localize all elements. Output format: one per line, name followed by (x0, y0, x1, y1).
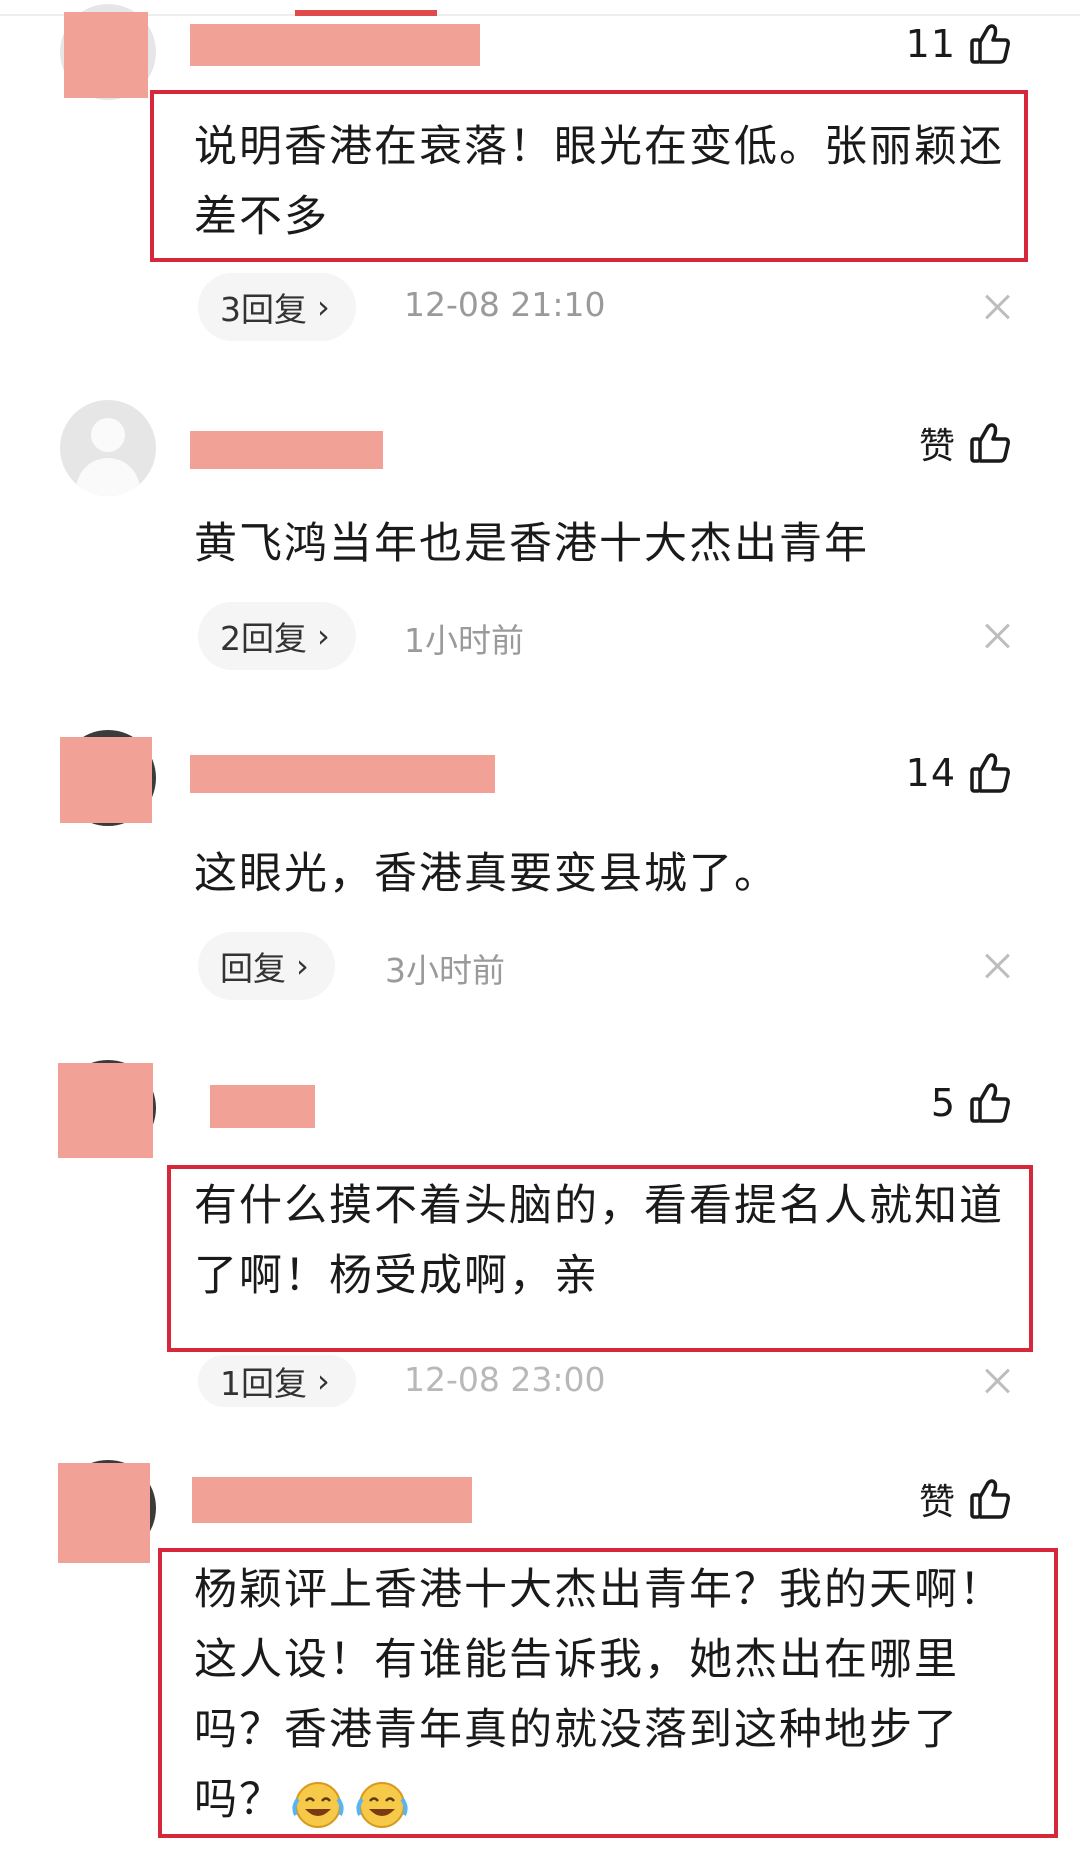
reply-label: 3回复 (220, 290, 307, 329)
comment-text: 说明香港在衰落！眼光在变低。张丽颖还差不多 (194, 122, 1004, 242)
chevron-right-icon: › (317, 288, 330, 326)
comment-time: 12-08 23:00 (404, 1360, 606, 1399)
reply-button[interactable]: 回复 › (198, 932, 335, 1000)
username-redaction (192, 1477, 472, 1523)
chevron-right-icon: › (317, 1362, 330, 1400)
reply-label: 回复 (220, 949, 286, 988)
comment-text: 杨颖评上香港十大杰出青年？我的天啊！这人设！有谁能告诉我，她杰出在哪里吗？香港青… (194, 1555, 1024, 1835)
comment-item: 11 说明香港在衰落！眼光在变低。张丽颖还差不多 3回复 › 12-08 21:… (0, 0, 1080, 341)
like-button[interactable]: 赞 (919, 415, 1012, 471)
username-redaction (210, 1085, 315, 1128)
crying-laughing-emoji-icon (290, 1777, 348, 1829)
close-icon[interactable] (984, 293, 1012, 321)
avatar-redaction (64, 12, 148, 98)
chevron-right-icon: › (296, 947, 309, 985)
crying-laughing-emoji-icon (354, 1777, 412, 1829)
thumbs-up-icon (968, 1081, 1012, 1125)
like-button[interactable]: 11 (906, 16, 1012, 72)
like-count: 赞 (918, 1482, 956, 1523)
reply-button[interactable]: 1回复 › (198, 1355, 356, 1407)
like-count: 5 (930, 1081, 956, 1125)
reply-button[interactable]: 2回复 › (198, 602, 356, 670)
close-icon[interactable] (984, 1367, 1012, 1395)
avatar-redaction (58, 1063, 153, 1158)
like-button[interactable]: 5 (931, 1075, 1012, 1131)
reply-label: 2回复 (220, 619, 307, 658)
comment-text: 这眼光，香港真要变县城了。 (194, 849, 779, 899)
like-button[interactable]: 14 (906, 745, 1012, 801)
avatar-redaction (58, 1463, 150, 1563)
close-icon[interactable] (984, 622, 1012, 650)
avatar-redaction (60, 737, 152, 823)
comment-item: 赞 黄飞鸿当年也是香港十大杰出青年 2回复 › 1小时前 (0, 395, 1080, 695)
reply-button[interactable]: 3回复 › (198, 273, 356, 341)
like-button[interactable]: 赞 (919, 1471, 1012, 1527)
reply-label: 1回复 (220, 1364, 307, 1403)
comment-time: 12-08 21:10 (404, 285, 606, 324)
close-icon[interactable] (984, 952, 1012, 980)
username-redaction (190, 431, 383, 469)
like-count: 11 (905, 22, 956, 66)
avatar[interactable] (60, 400, 156, 496)
comment-time: 1小时前 (404, 621, 524, 660)
comment-time: 3小时前 (385, 951, 505, 990)
like-count: 赞 (918, 426, 956, 467)
comment-item: 5 有什么摸不着头脑的，看看提名人就知道了啊！杨受成啊，亲 1回复 › 12-0… (0, 1055, 1080, 1407)
thumbs-up-icon (968, 751, 1012, 795)
comment-text: 黄飞鸿当年也是香港十大杰出青年 (194, 519, 869, 569)
chevron-right-icon: › (317, 617, 330, 655)
thumbs-up-icon (968, 22, 1012, 66)
username-redaction (190, 755, 495, 793)
thumbs-up-icon (968, 1477, 1012, 1521)
thumbs-up-icon (968, 421, 1012, 465)
comment-item: 14 这眼光，香港真要变县城了。 回复 › 3小时前 (0, 725, 1080, 1025)
comment-item: 赞 杨颖评上香港十大杰出青年？我的天啊！这人设！有谁能告诉我，她杰出在哪里吗？香… (0, 1455, 1080, 1838)
like-count: 14 (905, 751, 956, 795)
comment-text: 有什么摸不着头脑的，看看提名人就知道了啊！杨受成啊，亲 (194, 1181, 1004, 1301)
username-redaction (190, 24, 480, 66)
